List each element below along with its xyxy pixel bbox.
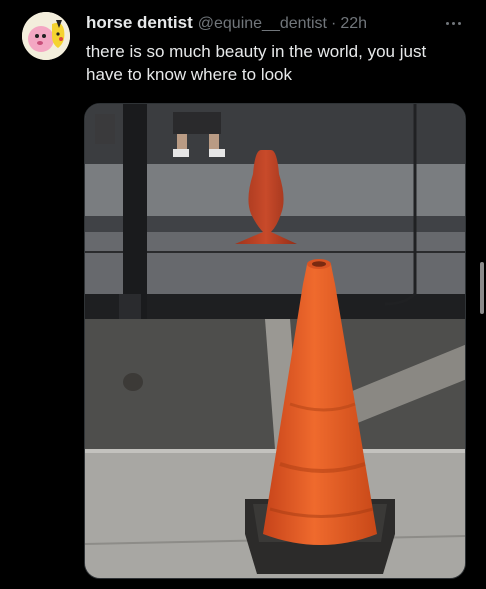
more-horizontal-icon[interactable] [442, 13, 466, 33]
timestamp[interactable]: 22h [340, 15, 367, 33]
post-text-line-1: there is so much beauty in the world, yo… [86, 42, 427, 61]
avatar[interactable] [22, 12, 70, 60]
display-name[interactable]: horse dentist [86, 13, 193, 33]
avatar-image [22, 12, 70, 60]
post-text-line-2: have to know where to look [86, 65, 293, 84]
user-handle[interactable]: @equine__dentist [198, 15, 327, 33]
photo-cone-reflection [85, 104, 465, 578]
post[interactable]: horse dentist @equine__dentist · 22h the… [0, 0, 486, 589]
post-media[interactable] [84, 103, 466, 579]
separator-dot: · [330, 15, 337, 32]
post-header: horse dentist @equine__dentist · 22h [86, 13, 466, 35]
scrollbar[interactable] [480, 262, 484, 314]
post-text: there is so much beauty in the world, yo… [86, 40, 466, 86]
